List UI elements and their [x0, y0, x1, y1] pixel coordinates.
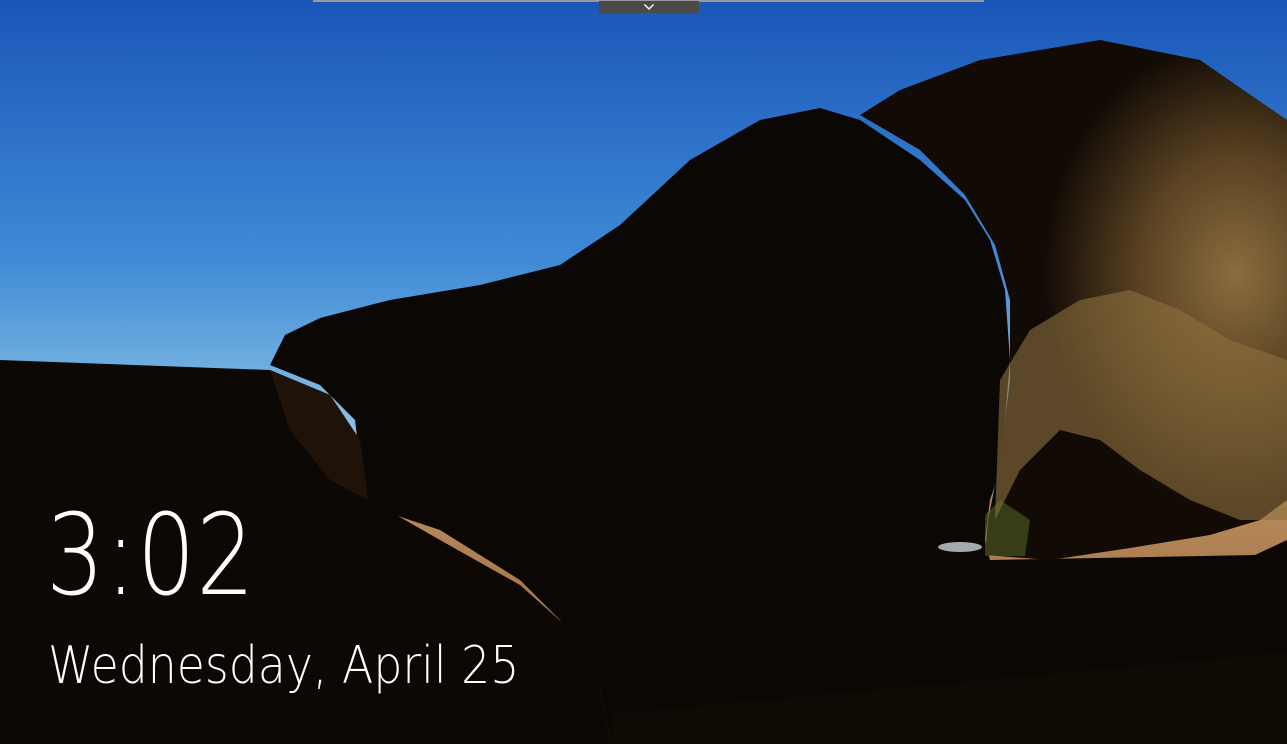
lock-screen-pull-tab[interactable] [599, 1, 699, 13]
chevron-down-icon [644, 4, 654, 10]
lock-screen-time: 3:02 [46, 491, 256, 621]
wallpaper-image [0, 0, 1287, 744]
lock-screen[interactable]: 3:02 Wednesday, April 25 [0, 0, 1287, 744]
lock-screen-date: Wednesday, April 25 [48, 636, 520, 696]
